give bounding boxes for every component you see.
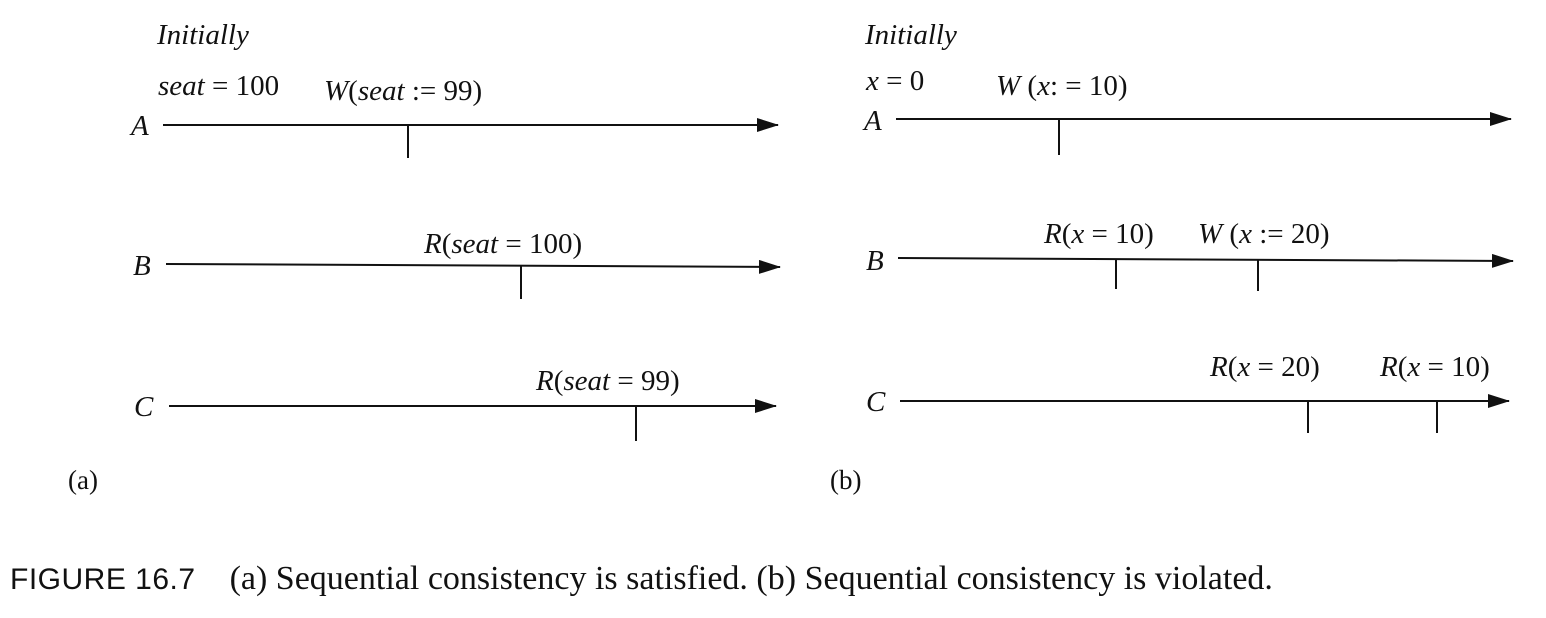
op-val: 100 (529, 228, 573, 260)
op-open: ( (554, 365, 564, 397)
panel-b-initial-var: x (865, 65, 879, 97)
op-rel: : = (1050, 70, 1089, 102)
op-open: ( (1020, 70, 1037, 102)
op-rel: = (1420, 351, 1451, 383)
op-var: x (1036, 70, 1050, 102)
panel-b-process-c-label: C (866, 386, 886, 418)
panel-b-tag: (b) (830, 465, 861, 495)
panel-b-initial-val: 0 (910, 65, 925, 97)
op-kind: W (1198, 218, 1225, 250)
op-close: ) (1310, 351, 1320, 383)
panel-a-process-b-label: B (133, 250, 151, 282)
op-kind: R (535, 365, 554, 397)
panel-a: Initially seat = 100 A W(seat := 99) B R… (68, 19, 781, 495)
op-val: 10 (1115, 218, 1144, 250)
panel-a-tag: (a) (68, 465, 98, 495)
op-val: 99 (641, 365, 670, 397)
panel-b-process-b-op-0-label: R(x = 10) (1043, 218, 1154, 250)
op-var: x (1406, 351, 1420, 383)
panel-a-process-a-op-0-label: W(seat := 99) (324, 75, 482, 107)
panel-a-initial-val: 100 (236, 70, 280, 102)
op-val: 10 (1451, 351, 1480, 383)
op-close: ) (1118, 70, 1128, 102)
panel-a-initially-label: Initially (156, 19, 249, 51)
panel-b: Initially x = 0 A W (x: = 10) B R(x = 10… (830, 19, 1514, 495)
op-val: 20 (1291, 218, 1320, 250)
op-var: seat (563, 365, 611, 397)
figure-label: FIGURE 16.7 (10, 563, 196, 596)
panel-b-initial-state: x = 0 (865, 65, 924, 97)
op-open: ( (442, 228, 452, 260)
op-kind: R (423, 228, 442, 260)
sequential-consistency-diagram: Initially seat = 100 A W(seat := 99) B R… (68, 19, 1514, 495)
panel-b-initial-op: = (879, 65, 910, 97)
op-kind: W (996, 70, 1023, 102)
panel-b-process-c-op-1-label: R(x = 10) (1379, 351, 1490, 383)
op-open: ( (1228, 351, 1238, 383)
op-kind: R (1209, 351, 1228, 383)
op-open: ( (348, 75, 358, 107)
op-open: ( (1222, 218, 1239, 250)
op-close: ) (572, 228, 582, 260)
op-var: seat (358, 75, 406, 107)
panel-a-initial-state: seat = 100 (158, 70, 279, 102)
panel-a-process-a-label: A (129, 110, 149, 142)
op-close: ) (1144, 218, 1154, 250)
figure-caption-text: (a) Sequential consistency is satisfied.… (229, 560, 1273, 597)
op-rel: = (1084, 218, 1115, 250)
panel-a-process-c-op-0-label: R(seat = 99) (535, 365, 680, 397)
op-open: ( (1398, 351, 1408, 383)
panel-a-initial-op: = (205, 70, 236, 102)
op-var: x (1238, 218, 1252, 250)
op-close: ) (1320, 218, 1330, 250)
op-rel: := (405, 75, 444, 107)
op-close: ) (1480, 351, 1490, 383)
panel-b-process-c-op-0-label: R(x = 20) (1209, 351, 1320, 383)
panel-b-process-b-timeline (897, 253, 1514, 268)
panel-b-initially-label: Initially (864, 19, 957, 51)
op-rel: = (1250, 351, 1281, 383)
op-val: 20 (1281, 351, 1310, 383)
op-rel: = (498, 228, 529, 260)
panel-b-process-b-op-1-label: W (x := 20) (1198, 218, 1330, 250)
op-val: 10 (1089, 70, 1118, 102)
panel-a-process-b-timeline (165, 259, 781, 274)
op-var: x (1070, 218, 1084, 250)
op-rel: = (610, 365, 641, 397)
panel-b-process-b-label: B (866, 245, 884, 277)
op-var: seat (451, 228, 499, 260)
op-kind: R (1379, 351, 1398, 383)
op-close: ) (670, 365, 680, 397)
op-rel: := (1252, 218, 1291, 250)
panel-a-process-b-op-0-label: R(seat = 100) (423, 228, 582, 260)
op-kind: R (1043, 218, 1062, 250)
op-val: 99 (443, 75, 472, 107)
panel-b-process-a-label: A (862, 105, 882, 137)
panel-a-initial-var: seat (158, 70, 206, 102)
op-close: ) (472, 75, 482, 107)
op-var: x (1236, 351, 1250, 383)
figure-caption: FIGURE 16.7 (a) Sequential consistency is… (10, 560, 1273, 598)
op-kind: W (324, 75, 351, 107)
panel-a-process-c-label: C (134, 391, 154, 423)
op-open: ( (1062, 218, 1072, 250)
panel-b-process-a-op-0-label: W (x: = 10) (996, 70, 1128, 102)
